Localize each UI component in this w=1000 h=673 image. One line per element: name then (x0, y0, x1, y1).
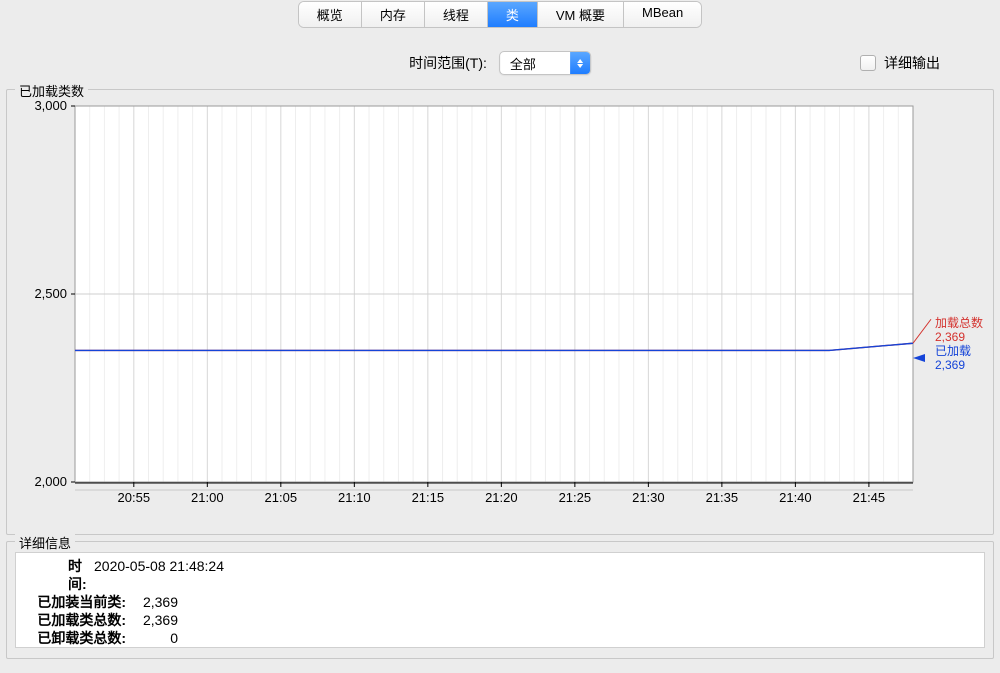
time-range-value: 全部 (500, 54, 570, 73)
detail-output-control: 详细输出 (860, 53, 976, 73)
tab-bar: 概览 内存 线程 类 VM 概要 MBean (0, 0, 1000, 31)
svg-text:21:25: 21:25 (559, 490, 592, 505)
detail-row-total: 已加载类总数: 2,369 (22, 611, 978, 629)
tab-classes[interactable]: 类 (488, 2, 538, 27)
tab-threads[interactable]: 线程 (425, 2, 488, 27)
detail-row-current: 已加装当前类: 2,369 (22, 593, 978, 611)
detail-output-checkbox[interactable] (860, 55, 876, 71)
annot-series1-name: 加载总数 (935, 316, 983, 330)
svg-text:21:00: 21:00 (191, 490, 224, 505)
detail-current-value: 2,369 (130, 593, 178, 611)
time-range-select[interactable]: 全部 (499, 51, 591, 75)
select-arrows-icon (570, 52, 590, 74)
classes-chart[interactable]: 2,000 2,500 3,000 20:55 21:00 21:05 21:10 21:15… (15, 100, 981, 520)
tab-memory[interactable]: 内存 (362, 2, 425, 27)
detail-row-unloaded: 已卸载类总数: 0 (22, 629, 978, 647)
time-range-control: 时间范围(T): 全部 (409, 51, 591, 75)
details-box: 时间: 2020-05-08 21:48:24 已加装当前类: 2,369 已加… (15, 552, 985, 648)
detail-time-value: 2020-05-08 21:48:24 (94, 557, 224, 593)
chart-area: 2,000 2,500 3,000 20:55 21:00 21:05 21:10 21:15… (15, 100, 985, 526)
detail-time-label: 时间: (22, 557, 94, 593)
detail-unloaded-value: 0 (130, 629, 178, 647)
detail-unloaded-label: 已卸载类总数: (22, 629, 130, 647)
svg-text:21:30: 21:30 (632, 490, 665, 505)
details-title: 详细信息 (15, 533, 75, 552)
annot-series2-value: 2,369 (935, 358, 983, 372)
detail-current-label: 已加装当前类: (22, 593, 130, 611)
svg-text:21:35: 21:35 (706, 490, 739, 505)
tab-vm-summary[interactable]: VM 概要 (538, 2, 624, 27)
svg-text:21:45: 21:45 (853, 490, 886, 505)
details-panel: 详细信息 时间: 2020-05-08 21:48:24 已加装当前类: 2,3… (6, 541, 994, 659)
loaded-classes-panel: 已加载类数 2,0002,5003,00020:5521:0021:0521:1… (6, 89, 994, 535)
tab-group: 概览 内存 线程 类 VM 概要 MBean (299, 2, 701, 27)
loaded-classes-title: 已加载类数 (15, 81, 88, 100)
svg-text:20:55: 20:55 (118, 490, 151, 505)
detail-output-label: 详细输出 (884, 53, 940, 73)
svg-text:21:20: 21:20 (485, 490, 518, 505)
detail-total-value: 2,369 (130, 611, 178, 629)
svg-text:21:10: 21:10 (338, 490, 371, 505)
svg-text:2,000: 2,000 (34, 474, 67, 489)
svg-text:2,500: 2,500 (34, 286, 67, 301)
svg-text:21:15: 21:15 (412, 490, 445, 505)
tab-overview[interactable]: 概览 (299, 2, 362, 27)
svg-text:3,000: 3,000 (34, 100, 67, 113)
detail-row-time: 时间: 2020-05-08 21:48:24 (22, 557, 978, 593)
detail-total-label: 已加载类总数: (22, 611, 130, 629)
controls-row: 时间范围(T): 全部 详细输出 (0, 31, 1000, 85)
svg-text:21:40: 21:40 (779, 490, 812, 505)
annot-series2-name: 已加载 (935, 344, 983, 358)
chart-annotation: 加载总数 2,369 已加载 2,369 (935, 316, 983, 372)
annot-arrow-icon (913, 350, 927, 364)
annot-series1-value: 2,369 (935, 330, 983, 344)
time-range-label: 时间范围(T): (409, 53, 487, 73)
tab-mbean[interactable]: MBean (624, 2, 701, 27)
svg-text:21:05: 21:05 (265, 490, 298, 505)
